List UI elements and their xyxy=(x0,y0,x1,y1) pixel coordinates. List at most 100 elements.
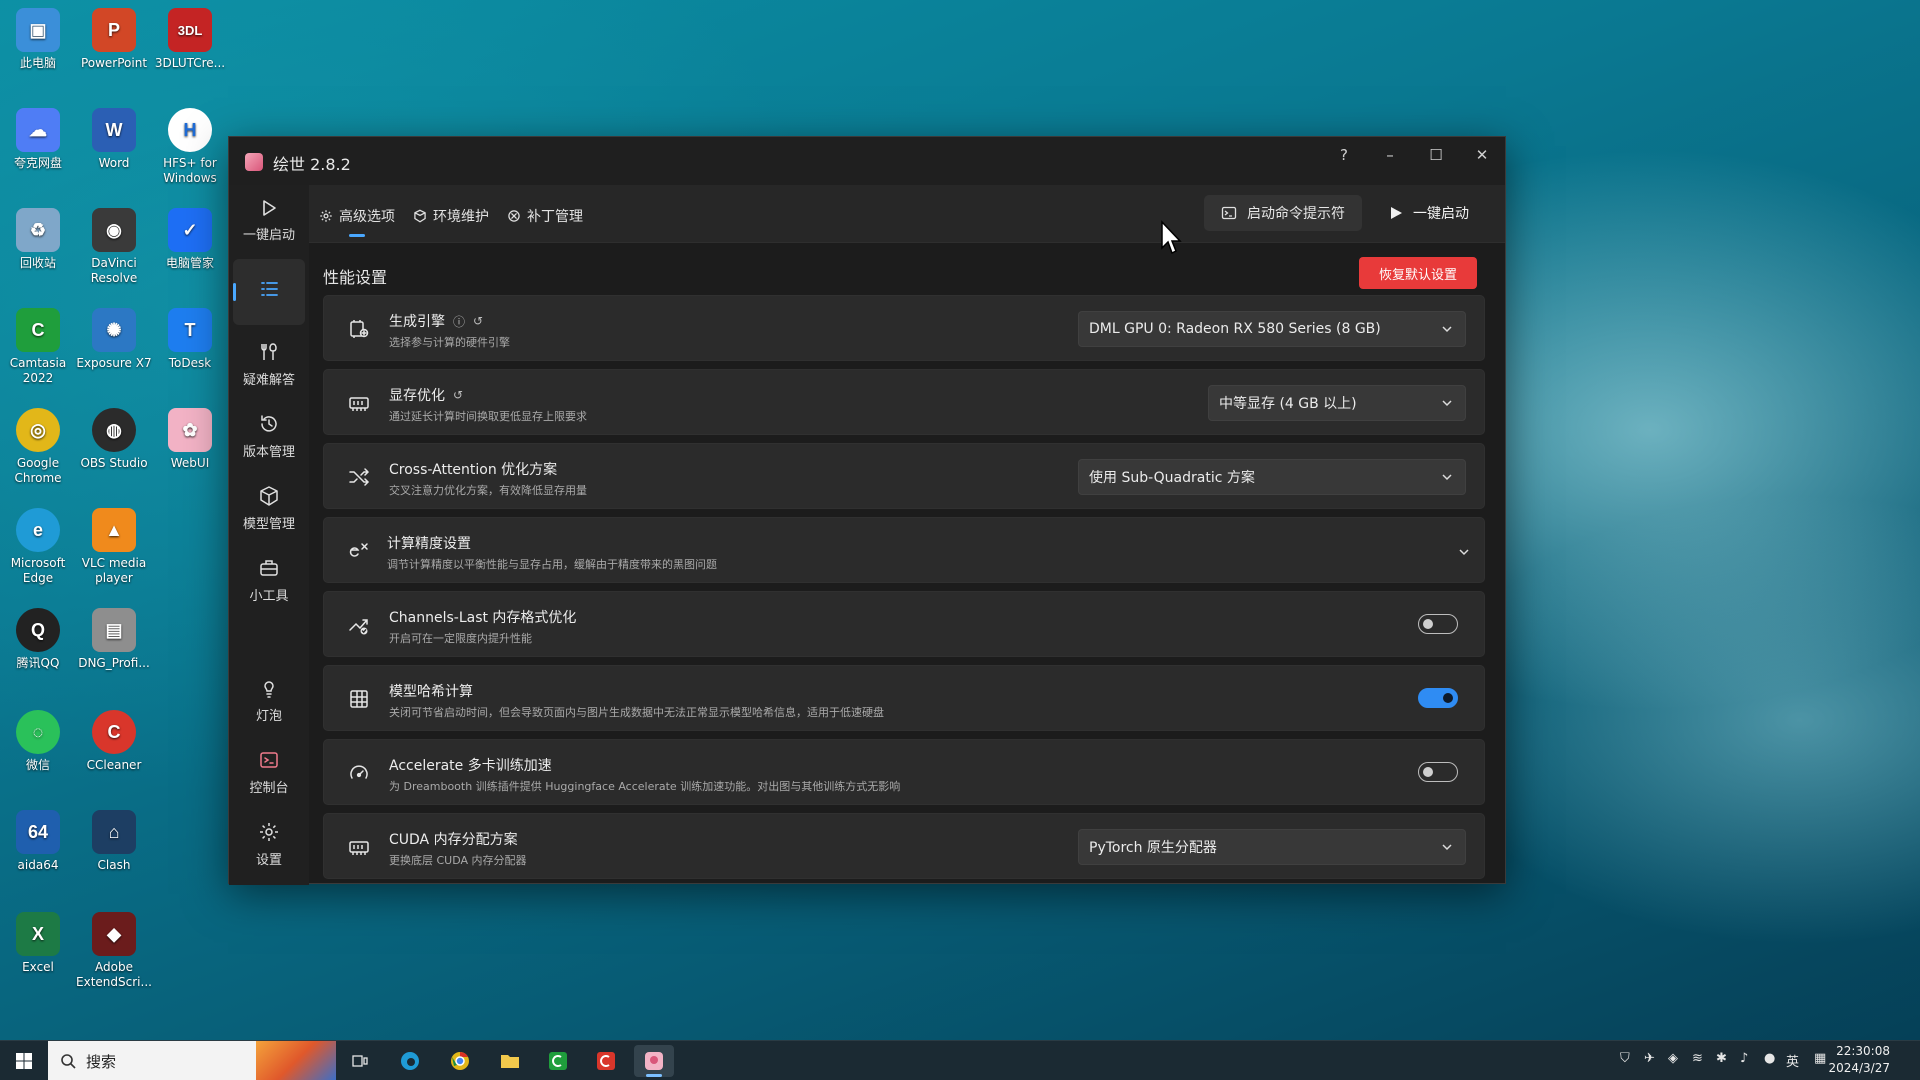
setting-card-precision[interactable]: 计算精度设置 调节计算精度以平衡性能与显存占用，缓解由于精度带来的黑图问题 xyxy=(323,517,1485,583)
desktop-icon[interactable]: ◆ Adobe ExtendScri... xyxy=(76,912,152,990)
title-bar[interactable]: 绘世 2.8.2 ? – ☐ ✕ xyxy=(229,137,1505,185)
desktop-icon-glyph: Q xyxy=(16,608,60,652)
desktop-icon[interactable]: ✓ 电脑管家 xyxy=(152,208,228,271)
minimize-button[interactable]: – xyxy=(1367,137,1413,173)
volume-icon[interactable]: ♪ xyxy=(1740,1051,1748,1066)
desktop-icon-label: Excel xyxy=(22,960,54,974)
desktop-icon[interactable]: ☁ 夸克网盘 xyxy=(0,108,76,171)
engine-select[interactable]: DML GPU 0: Radeon RX 580 Series (8 GB) xyxy=(1078,311,1466,347)
desktop-icon-glyph: X xyxy=(16,912,60,956)
desktop-icon[interactable]: 64 aida64 xyxy=(0,810,76,873)
taskbar-file-explorer[interactable] xyxy=(490,1045,530,1077)
desktop-icon-glyph: H xyxy=(168,108,212,152)
tab-advanced[interactable]: 高级选项 xyxy=(319,203,395,237)
model-hash-toggle[interactable] xyxy=(1418,688,1458,708)
desktop-icon[interactable]: e Microsoft Edge xyxy=(0,508,76,586)
clock-date: 2024/3/27 xyxy=(1828,1061,1890,1075)
desktop-icon[interactable]: 3DL 3DLUTCre... xyxy=(152,8,228,71)
chevron-down-icon[interactable] xyxy=(1458,546,1470,558)
input-language-indicator[interactable]: 英 xyxy=(1786,1051,1799,1070)
wifi-icon[interactable]: ≋ xyxy=(1692,1051,1703,1066)
setting-title: 显存优化 ↺ xyxy=(389,385,463,405)
tray-app-icon[interactable]: ✈ xyxy=(1644,1051,1655,1066)
tools-icon xyxy=(261,342,277,360)
desktop-icon[interactable]: ♻ 回收站 xyxy=(0,208,76,271)
desktop-icon[interactable]: ▣ 此电脑 xyxy=(0,8,76,71)
tab-label: 环境维护 xyxy=(433,209,489,225)
desktop-icon[interactable]: Q 腾讯QQ xyxy=(0,608,76,671)
desktop-icon[interactable]: ▲ VLC media player xyxy=(76,508,152,586)
reset-icon[interactable]: ↺ xyxy=(473,314,483,328)
sidebar-item-settings[interactable]: 设置 xyxy=(233,811,305,877)
shield-icon[interactable]: ⛉ xyxy=(1620,1051,1630,1066)
accelerate-toggle[interactable] xyxy=(1418,762,1458,782)
reset-defaults-button[interactable]: 恢复默认设置 xyxy=(1359,257,1477,289)
sidebar-item-label: 控制台 xyxy=(249,780,289,796)
taskbar-search[interactable]: 搜索 xyxy=(48,1041,256,1080)
input-method-icon[interactable]: ▦ xyxy=(1814,1051,1826,1066)
setting-title: 生成引擎 ⓘ ↺ xyxy=(389,311,483,331)
desktop-icon[interactable]: ◍ OBS Studio xyxy=(76,408,152,471)
sidebar-item-launch[interactable]: 一键启动 xyxy=(233,187,305,253)
taskbar-edge[interactable] xyxy=(390,1045,430,1077)
sidebar-item-bulb[interactable]: 灯泡 xyxy=(233,667,305,733)
desktop-icon[interactable]: T ToDesk xyxy=(152,308,228,371)
desktop-icon[interactable]: C CCleaner xyxy=(76,710,152,773)
taskbar-chrome[interactable] xyxy=(440,1045,480,1077)
sidebar-item-tools[interactable]: 小工具 xyxy=(233,547,305,613)
info-icon[interactable]: ⓘ xyxy=(453,313,465,330)
desktop-icon-glyph: ✺ xyxy=(92,308,136,352)
desktop-icon[interactable]: ✿ WebUI xyxy=(152,408,228,471)
desktop-icon-glyph: ◍ xyxy=(92,408,136,452)
sidebar-item-advanced[interactable] xyxy=(233,259,305,325)
desktop-icon[interactable]: ◎ Google Chrome xyxy=(0,408,76,486)
cuda-allocator-select[interactable]: PyTorch 原生分配器 xyxy=(1078,829,1466,865)
desktop-icon[interactable]: ◌ 微信 xyxy=(0,710,76,773)
maximize-button[interactable]: ☐ xyxy=(1413,137,1459,173)
one-click-launch-button[interactable]: 一键启动 xyxy=(1367,195,1491,231)
tab-patches[interactable]: 补丁管理 xyxy=(507,203,583,229)
sidebar-item-models[interactable]: 模型管理 xyxy=(233,475,305,541)
task-view-button[interactable] xyxy=(340,1045,380,1077)
gauge-icon xyxy=(350,765,368,779)
microphone-icon[interactable]: ● xyxy=(1764,1051,1775,1066)
channels-last-toggle[interactable] xyxy=(1418,614,1458,634)
desktop-icon[interactable]: W Word xyxy=(76,108,152,171)
setting-title: Accelerate 多卡训练加速 xyxy=(389,755,552,775)
desktop-icon[interactable]: ◉ DaVinci Resolve xyxy=(76,208,152,286)
desktop-icon[interactable]: ✺ Exposure X7 xyxy=(76,308,152,371)
desktop-icon[interactable]: C Camtasia 2022 xyxy=(0,308,76,386)
close-button[interactable]: ✕ xyxy=(1459,137,1505,173)
desktop-icon[interactable]: ⌂ Clash xyxy=(76,810,152,873)
taskbar: 搜索 ⛉ ✈ ◈ ≋ ✱ ♪ ● 英 ▦ 22:30:08 2024/3/27 xyxy=(0,1040,1920,1080)
taskbar-camtasia[interactable] xyxy=(538,1045,578,1077)
sidebar: 一键启动 疑难解答 版本管理 模型管理 小工具 灯泡 控制台 设置 xyxy=(229,185,309,885)
sidebar-item-versions[interactable]: 版本管理 xyxy=(233,403,305,469)
taskbar-clock[interactable]: 22:30:08 2024/3/27 xyxy=(1828,1043,1890,1077)
desktop-icon-glyph: C xyxy=(16,308,60,352)
desktop-icon[interactable]: X Excel xyxy=(0,912,76,975)
setting-card-cross-attention: Cross-Attention 优化方案 交叉注意力优化方案，有效降低显存用量 … xyxy=(323,443,1485,509)
cross-attention-select[interactable]: 使用 Sub-Quadratic 方案 xyxy=(1078,459,1466,495)
setting-desc: 为 Dreambooth 训练插件提供 Huggingface Accelera… xyxy=(389,780,901,793)
bluetooth-icon[interactable]: ✱ xyxy=(1716,1051,1727,1066)
desktop-icon-label: 此电脑 xyxy=(19,56,56,70)
help-button[interactable]: ? xyxy=(1321,137,1367,173)
desktop-icon[interactable]: H HFS+ for Windows xyxy=(152,108,228,186)
launch-cmd-button[interactable]: 启动命令提示符 xyxy=(1204,195,1362,231)
taskbar-ccleaner[interactable] xyxy=(586,1045,626,1077)
search-placeholder: 搜索 xyxy=(86,1052,117,1071)
sidebar-item-troubleshoot[interactable]: 疑难解答 xyxy=(233,331,305,397)
vram-select[interactable]: 中等显存 (4 GB 以上) xyxy=(1208,385,1466,421)
reset-icon[interactable]: ↺ xyxy=(453,388,463,402)
start-button[interactable] xyxy=(4,1045,44,1077)
desktop-icon-label: Adobe ExtendScri... xyxy=(76,960,152,989)
desktop-icon-glyph: W xyxy=(92,108,136,152)
tab-environment[interactable]: 环境维护 xyxy=(413,203,489,229)
desktop-icon[interactable]: P PowerPoint xyxy=(76,8,152,71)
sidebar-item-console[interactable]: 控制台 xyxy=(233,739,305,805)
taskbar-huishi-app[interactable] xyxy=(634,1045,674,1077)
tray-security-icon[interactable]: ◈ xyxy=(1668,1051,1678,1066)
desktop-icon[interactable]: ▤ DNG_Profi... xyxy=(76,608,152,671)
setting-title-text: 生成引擎 xyxy=(389,314,445,330)
